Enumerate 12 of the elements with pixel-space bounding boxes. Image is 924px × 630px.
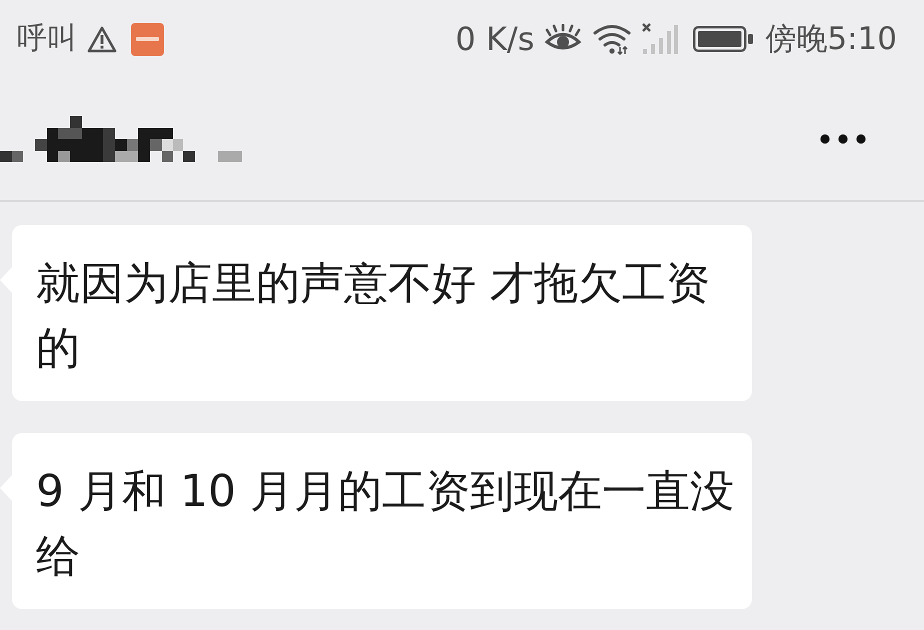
message-text: 9 月和 10 月月的工资到现在一直没给	[36, 465, 735, 584]
battery-icon	[693, 26, 754, 52]
more-button[interactable]	[820, 134, 866, 144]
notification-text: 呼叫	[17, 21, 77, 57]
app-notification-icon	[131, 22, 164, 56]
wifi-icon	[592, 23, 632, 55]
signal-icon	[640, 23, 678, 55]
message-text: 就因为店里的声意不好 才拖欠工资的	[36, 257, 711, 376]
more-icon	[820, 134, 866, 144]
clock-time: 傍晚5:10	[765, 21, 897, 57]
network-speed: 0 K/s	[455, 21, 534, 57]
warning-icon	[87, 26, 117, 52]
